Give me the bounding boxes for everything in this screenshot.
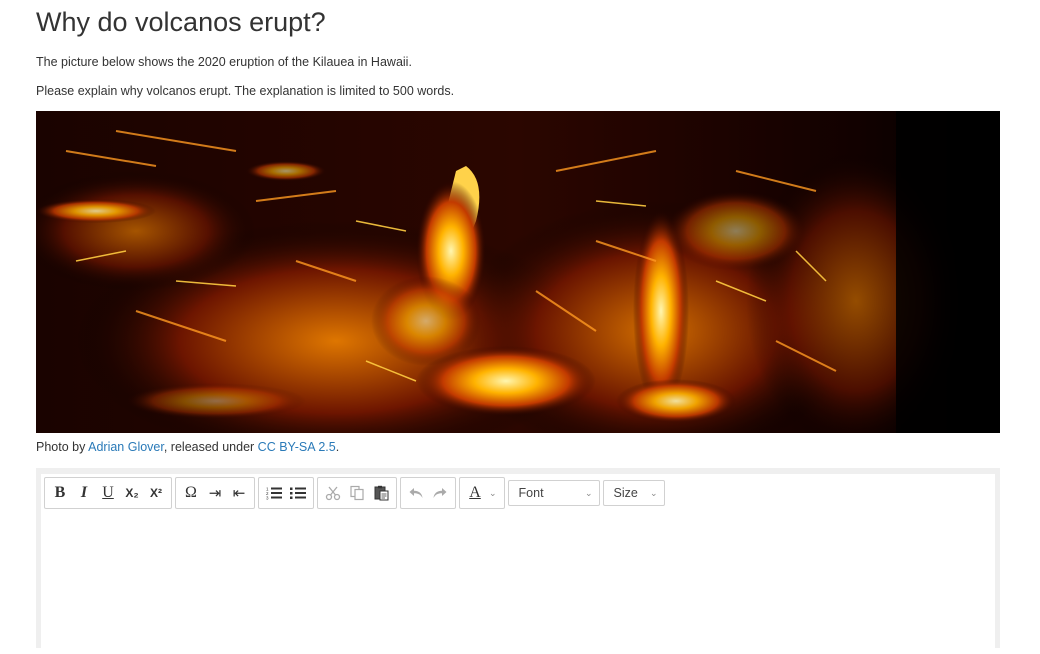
numbered-list-button[interactable]: 1 2 3 xyxy=(262,481,286,505)
chevron-down-icon[interactable]: ⌄ xyxy=(489,488,497,499)
paste-icon xyxy=(374,485,389,501)
list-group: 1 2 3 xyxy=(258,477,314,509)
paste-button[interactable] xyxy=(369,481,393,505)
special-character-button[interactable]: Ω xyxy=(179,481,203,505)
redo-icon xyxy=(433,488,447,498)
superscript-button[interactable]: X² xyxy=(144,481,168,505)
text-color-button[interactable]: A xyxy=(463,481,487,505)
numbered-list-icon: 1 2 3 xyxy=(266,487,282,501)
photo-credit: Photo by Adrian Glover, released under C… xyxy=(36,438,339,456)
volcano-eruption-photo xyxy=(36,111,1000,433)
subscript-button[interactable]: X₂ xyxy=(120,481,144,505)
history-group xyxy=(400,477,456,509)
intro-paragraph: The picture below shows the 2020 eruptio… xyxy=(36,55,412,69)
clipboard-group xyxy=(317,477,397,509)
italic-button[interactable]: I xyxy=(72,481,96,505)
undo-icon xyxy=(409,488,423,498)
text-color-group: A ⌄ xyxy=(459,477,505,509)
copy-button[interactable] xyxy=(345,481,369,505)
font-dropdown-label: Font xyxy=(518,486,544,500)
chevron-down-icon: ⌄ xyxy=(650,487,658,498)
credit-suffix: . xyxy=(335,440,340,454)
font-size-dropdown[interactable]: Size ⌄ xyxy=(602,480,665,506)
editor-toolbar: B I U X₂ X² Ω ⇥ ⇤ 1 2 3 A ⌄ Font ⌄ Size … xyxy=(44,477,665,511)
editor-body[interactable]: B I U X₂ X² Ω ⇥ ⇤ 1 2 3 A ⌄ Font ⌄ Size … xyxy=(41,474,995,654)
license-link[interactable]: CC BY-SA 2.5 xyxy=(258,440,336,454)
redo-button[interactable] xyxy=(428,481,452,505)
underline-button[interactable]: U xyxy=(96,481,120,505)
author-link[interactable]: Adrian Glover xyxy=(88,440,164,454)
bulleted-list-icon xyxy=(290,487,306,499)
bold-button[interactable]: B xyxy=(48,481,72,505)
outdent-button[interactable]: ⇤ xyxy=(227,481,251,505)
basic-styles-group: B I U X₂ X² xyxy=(44,477,172,509)
instructions-paragraph: Please explain why volcanos erupt. The e… xyxy=(36,84,455,98)
credit-prefix: Photo by xyxy=(36,440,89,454)
rich-text-editor: B I U X₂ X² Ω ⇥ ⇤ 1 2 3 A ⌄ Font ⌄ Size … xyxy=(36,468,1000,654)
undo-button[interactable] xyxy=(404,481,428,505)
size-dropdown-label: Size xyxy=(613,486,638,500)
scissors-icon xyxy=(325,486,341,501)
copy-icon xyxy=(350,485,364,501)
font-family-dropdown[interactable]: Font ⌄ xyxy=(507,480,600,506)
insert-group: Ω ⇥ ⇤ xyxy=(175,477,255,509)
indent-button[interactable]: ⇥ xyxy=(203,481,227,505)
bulleted-list-button[interactable] xyxy=(286,481,310,505)
credit-middle: , released under xyxy=(163,440,258,454)
svg-text:3: 3 xyxy=(266,496,269,501)
page-title: Why do volcanos erupt? xyxy=(36,7,326,37)
cut-button[interactable] xyxy=(321,481,345,505)
chevron-down-icon: ⌄ xyxy=(585,487,593,498)
